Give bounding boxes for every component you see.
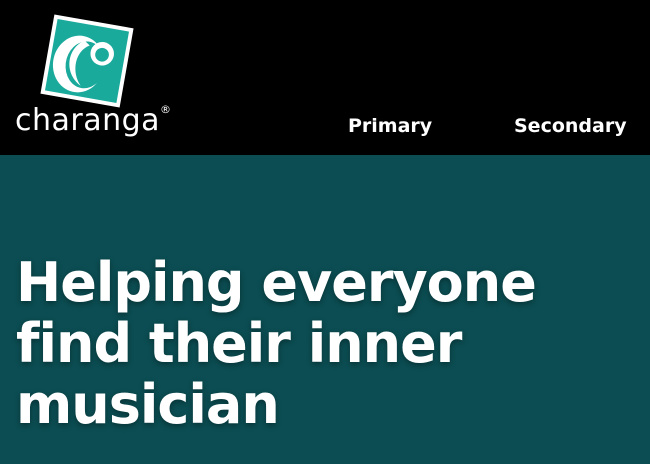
logo-wordmark: charanga [15, 103, 161, 138]
site-header: charanga ® Primary Secondary [0, 0, 650, 155]
charanga-c-logo-icon [40, 14, 134, 108]
nav-secondary-link[interactable]: Secondary [514, 114, 627, 138]
hero-section: Helping everyone find their inner musici… [0, 155, 650, 464]
logo-link[interactable]: charanga ® [0, 0, 200, 155]
hero-title-line-2: find their inner [16, 312, 462, 375]
registered-mark: ® [160, 103, 171, 116]
hero-title: Helping everyone find their inner musici… [16, 252, 636, 435]
hero-title-line-3: musician [16, 373, 280, 436]
nav-primary-link[interactable]: Primary [348, 114, 432, 138]
hero-title-line-1: Helping everyone [16, 251, 537, 314]
